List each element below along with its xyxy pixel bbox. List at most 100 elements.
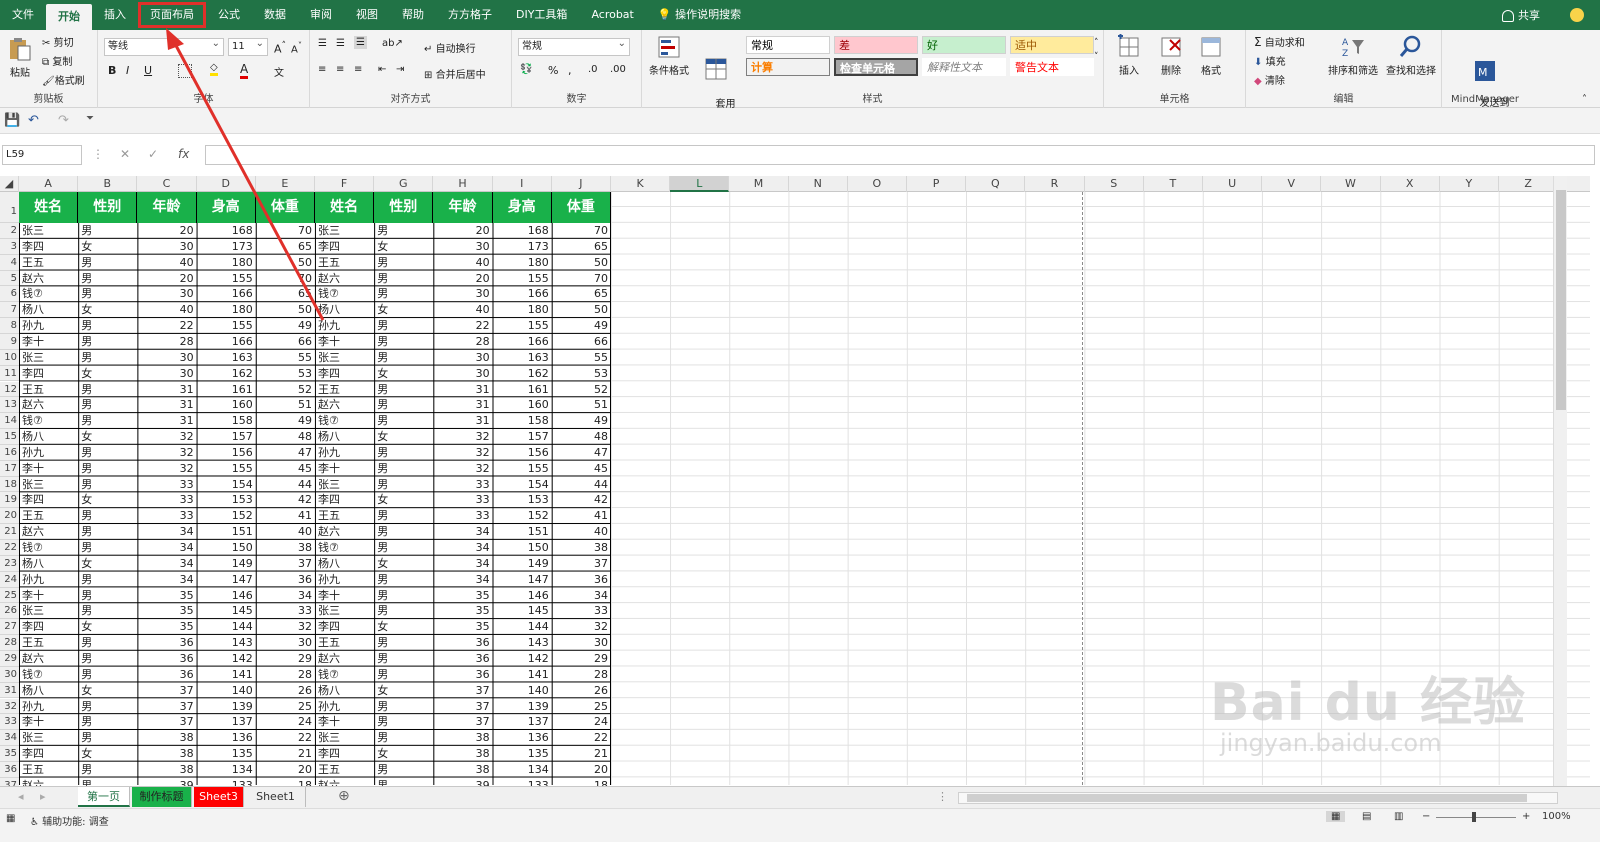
menu-tab[interactable]: 数据	[252, 0, 298, 30]
column-header[interactable]: S	[1085, 176, 1144, 192]
table-cell[interactable]: 24	[257, 714, 314, 730]
table-cell[interactable]: 张三	[316, 350, 373, 366]
merge-center-button[interactable]: ⊞ 合并后居中	[424, 66, 486, 81]
table-cell[interactable]: 杨八	[316, 556, 373, 572]
table-cell[interactable]: 女	[79, 619, 136, 635]
table-cell[interactable]: 李十	[20, 461, 77, 477]
table-cell[interactable]: 141	[494, 667, 551, 683]
table-cell[interactable]: 王五	[316, 255, 373, 271]
column-header[interactable]: F	[315, 176, 375, 192]
column-header[interactable]: C	[137, 176, 197, 192]
column-header[interactable]: X	[1381, 176, 1440, 192]
table-cell[interactable]: 160	[494, 397, 551, 413]
table-cell[interactable]: 王五	[316, 762, 373, 778]
table-cell[interactable]: 51	[553, 397, 610, 413]
align-left-button[interactable]: ≡	[318, 64, 326, 75]
style-neutral[interactable]: 适中	[1010, 36, 1094, 54]
row-header[interactable]: 31	[0, 682, 19, 699]
menu-tab[interactable]: 帮助	[390, 0, 436, 30]
table-cell[interactable]: 35	[434, 619, 491, 635]
row-header[interactable]: 25	[0, 587, 19, 604]
align-middle-button[interactable]: ☰	[336, 38, 345, 49]
table-cell[interactable]: 146	[494, 588, 551, 604]
table-cell[interactable]: 28	[553, 667, 610, 683]
header-cell[interactable]: 性别	[78, 192, 138, 223]
percent-button[interactable]: %	[548, 64, 558, 77]
table-cell[interactable]: 31	[434, 413, 491, 429]
table-cell[interactable]: 40	[553, 524, 610, 540]
table-cell[interactable]: 166	[494, 286, 551, 302]
table-cell[interactable]: 50	[257, 255, 314, 271]
row-header[interactable]: 11	[0, 365, 19, 382]
find-select-button[interactable]: 查找和选择	[1384, 34, 1438, 77]
table-cell[interactable]: 孙九	[316, 699, 373, 715]
column-header[interactable]: K	[611, 176, 671, 192]
table-cell[interactable]: 李四	[20, 239, 77, 255]
table-cell[interactable]: 36	[138, 635, 195, 651]
table-cell[interactable]: 141	[198, 667, 255, 683]
table-cell[interactable]: 男	[375, 572, 432, 588]
table-cell[interactable]: 155	[198, 318, 255, 334]
row-header[interactable]: 17	[0, 460, 19, 477]
row-header[interactable]: 24	[0, 571, 19, 588]
zoom-slider-track[interactable]	[1436, 817, 1516, 818]
table-cell[interactable]: 张三	[316, 603, 373, 619]
table-cell[interactable]: 38	[138, 746, 195, 762]
menu-tab[interactable]: 审阅	[298, 0, 344, 30]
style-calculation[interactable]: 计算	[746, 58, 830, 76]
font-size-combo[interactable]: 11	[228, 36, 268, 56]
table-cell[interactable]: 男	[79, 540, 136, 556]
table-cell[interactable]: 杨八	[20, 683, 77, 699]
row-header[interactable]: 9	[0, 333, 19, 350]
table-cell[interactable]: 34	[138, 540, 195, 556]
row-header[interactable]: 26	[0, 603, 19, 620]
table-cell[interactable]: 38	[434, 746, 491, 762]
table-cell[interactable]: 男	[79, 524, 136, 540]
table-cell[interactable]: 男	[79, 286, 136, 302]
table-cell[interactable]: 21	[257, 746, 314, 762]
row-header[interactable]: 2	[0, 223, 19, 239]
zoom-out-button[interactable]: −	[1422, 811, 1430, 822]
table-cell[interactable]: 38	[434, 762, 491, 778]
row-header[interactable]: 12	[0, 381, 19, 398]
table-cell[interactable]: 20	[138, 223, 195, 239]
table-cell[interactable]: 51	[257, 397, 314, 413]
table-cell[interactable]: 孙九	[20, 318, 77, 334]
align-top-button[interactable]: ☰	[318, 38, 327, 49]
table-cell[interactable]: 180	[494, 255, 551, 271]
table-cell[interactable]: 25	[257, 699, 314, 715]
table-cell[interactable]: 155	[494, 461, 551, 477]
cancel-icon[interactable]: ✕	[120, 147, 130, 161]
table-cell[interactable]: 49	[553, 413, 610, 429]
table-cell[interactable]: 孙九	[316, 318, 373, 334]
sheet-tab[interactable]: Sheet1	[246, 787, 306, 807]
table-cell[interactable]: 男	[375, 524, 432, 540]
table-cell[interactable]: 22	[434, 318, 491, 334]
table-cell[interactable]: 158	[494, 413, 551, 429]
menu-tab[interactable]: 文件	[0, 0, 46, 30]
table-cell[interactable]: 152	[198, 508, 255, 524]
zoom-in-button[interactable]: +	[1522, 811, 1530, 822]
row-header[interactable]: 4	[0, 254, 19, 271]
table-cell[interactable]: 180	[198, 302, 255, 318]
column-header[interactable]: B	[78, 176, 138, 192]
table-cell[interactable]: 男	[375, 714, 432, 730]
table-cell[interactable]: 37	[138, 699, 195, 715]
table-cell[interactable]: 32	[434, 429, 491, 445]
table-cell[interactable]: 张三	[316, 477, 373, 493]
table-cell[interactable]: 49	[553, 318, 610, 334]
table-cell[interactable]: 155	[494, 318, 551, 334]
table-cell[interactable]: 男	[79, 255, 136, 271]
table-cell[interactable]: 33	[138, 508, 195, 524]
decrease-decimal-button[interactable]: .00	[610, 64, 626, 75]
table-cell[interactable]: 40	[138, 302, 195, 318]
table-cell[interactable]: 女	[375, 619, 432, 635]
table-cell[interactable]: 30	[138, 366, 195, 382]
table-cell[interactable]: 32	[257, 619, 314, 635]
table-cell[interactable]: 20	[434, 223, 491, 239]
table-cell[interactable]: 166	[198, 286, 255, 302]
table-cell[interactable]: 男	[375, 382, 432, 398]
table-cell[interactable]: 50	[553, 255, 610, 271]
table-cell[interactable]: 70	[553, 271, 610, 287]
name-box[interactable]: L59	[2, 145, 82, 165]
